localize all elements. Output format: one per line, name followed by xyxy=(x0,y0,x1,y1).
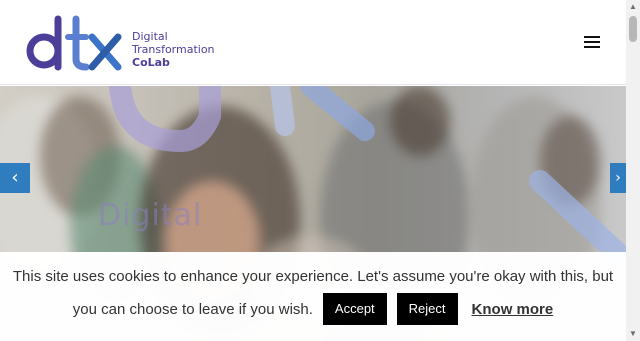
scroll-up-arrow-icon[interactable]: ▲ xyxy=(626,0,640,14)
hamburger-icon xyxy=(584,36,600,38)
logo-line-colab: CoLab xyxy=(132,56,170,69)
hamburger-menu-button[interactable] xyxy=(580,30,604,54)
site-logo[interactable]: Digital Transformation CoLab xyxy=(24,13,234,73)
chevron-left-icon: ‹ xyxy=(11,167,19,188)
scroll-down-arrow-icon[interactable]: ▼ xyxy=(626,327,640,341)
logo-wordmark: Digital Transformation CoLab xyxy=(132,30,215,69)
accept-cookies-button[interactable]: Accept xyxy=(322,293,387,325)
logo-line-transformation: Transformation xyxy=(132,43,215,56)
scrollbar-thumb[interactable] xyxy=(629,16,637,42)
cookie-message: This site uses cookies to enhance your e… xyxy=(12,268,614,285)
chevron-right-icon: › xyxy=(615,170,621,186)
cookie-message-continued: you can choose to leave if you wish. xyxy=(72,300,313,318)
logo-line-digital: Digital xyxy=(132,30,168,43)
cookie-consent-bar: This site uses cookies to enhance your e… xyxy=(0,252,626,341)
cookie-actions: you can choose to leave if you wish. Acc… xyxy=(0,292,626,326)
slider-next-button[interactable]: › xyxy=(610,163,626,193)
site-header: Digital Transformation CoLab xyxy=(0,0,626,85)
page: Digital Transformation CoLab Digital ‹ ›… xyxy=(0,0,640,341)
know-more-link[interactable]: Know more xyxy=(472,301,554,318)
hero-overlay-text: Digital xyxy=(98,198,203,233)
reject-cookies-button[interactable]: Reject xyxy=(396,293,458,325)
page-scrollbar[interactable]: ▲ ▼ xyxy=(626,0,640,341)
dtx-logo-mark xyxy=(26,15,122,71)
slider-prev-button[interactable]: ‹ xyxy=(0,163,30,193)
